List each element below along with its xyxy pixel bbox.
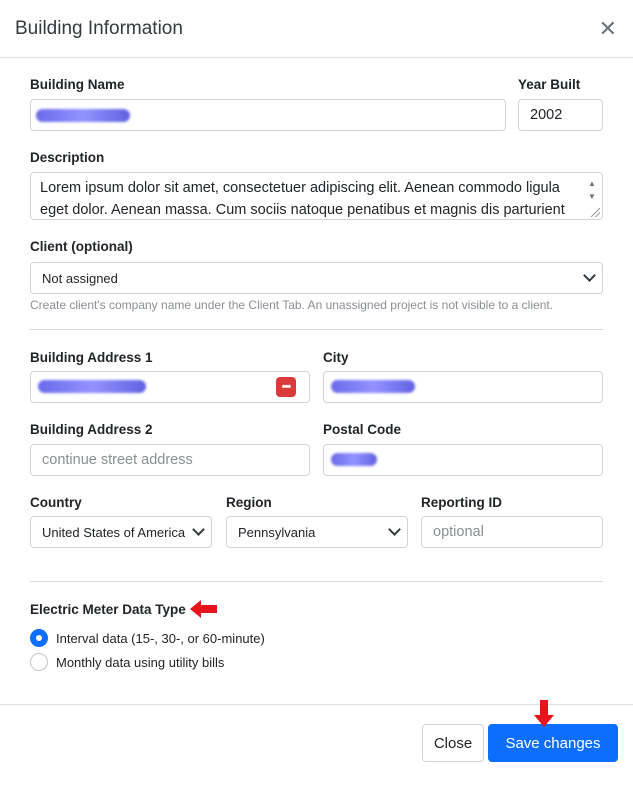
redaction-mark [331,380,415,393]
year-built-value: 2002 [530,107,563,123]
modal-header: Building Information ✕ [0,0,633,58]
meter-option-label: Monthly data using utility bills [56,654,225,670]
close-icon[interactable]: ✕ [599,17,617,40]
country-select[interactable]: United States of America [30,516,212,548]
address2-placeholder: continue street address [42,452,193,468]
modal-body: Building Name Year Built 2002 Descriptio… [0,58,633,704]
chevron-down-icon [192,523,205,536]
section-divider [30,329,603,330]
city-label: City [323,350,349,365]
meter-option-label: Interval data (15-, 30-, or 60-minute) [56,630,265,646]
client-label: Client (optional) [30,239,133,254]
annotation-arrow-left-icon [190,600,217,618]
client-select[interactable]: Not assigned [30,262,603,294]
description-label: Description [30,150,105,165]
address1-label: Building Address 1 [30,350,153,365]
modal-footer: Close Save changes [0,700,633,792]
reporting-id-placeholder: optional [433,524,484,540]
description-textarea[interactable]: Lorem ipsum dolor sit amet, consectetuer… [30,172,603,220]
country-label: Country [30,495,82,510]
redaction-mark [331,453,377,466]
client-selected: Not assigned [42,270,118,286]
region-label: Region [226,495,272,510]
textarea-scroll-arrows[interactable]: ▲ ▼ [586,177,598,203]
save-changes-button[interactable]: Save changes [488,724,618,762]
address2-input[interactable]: continue street address [30,444,310,476]
redaction-mark [38,380,146,393]
radio-unchecked-icon[interactable] [30,653,48,671]
address2-label: Building Address 2 [30,422,153,437]
reporting-id-input[interactable]: optional [421,516,603,548]
password-manager-icon[interactable]: ••• [276,377,296,397]
year-built-input[interactable]: 2002 [518,99,603,131]
section-divider [30,581,603,582]
client-help-text: Create client's company name under the C… [30,298,554,312]
chevron-down-icon [388,523,401,536]
region-selected: Pennsylvania [238,524,316,540]
modal-title: Building Information [15,17,183,39]
country-selected: United States of America [42,524,186,540]
building-name-label: Building Name [30,77,125,92]
radio-checked-icon[interactable] [30,629,48,647]
meter-option-monthly[interactable]: Monthly data using utility bills [30,653,224,671]
annotation-arrow-down-icon [534,700,554,727]
redaction-mark [36,109,130,122]
close-button[interactable]: Close [422,724,484,762]
reporting-id-label: Reporting ID [421,495,502,510]
chevron-down-icon [583,269,596,282]
region-select[interactable]: Pennsylvania [226,516,408,548]
building-info-modal: Building Information ✕ Building Name Yea… [0,0,633,792]
resize-grip-icon[interactable] [591,208,600,217]
meter-option-interval[interactable]: Interval data (15-, 30-, or 60-minute) [30,629,265,647]
meter-type-label: Electric Meter Data Type [30,602,186,617]
year-built-label: Year Built [518,77,581,92]
description-value: Lorem ipsum dolor sit amet, consectetuer… [40,180,565,218]
postal-code-label: Postal Code [323,422,402,437]
